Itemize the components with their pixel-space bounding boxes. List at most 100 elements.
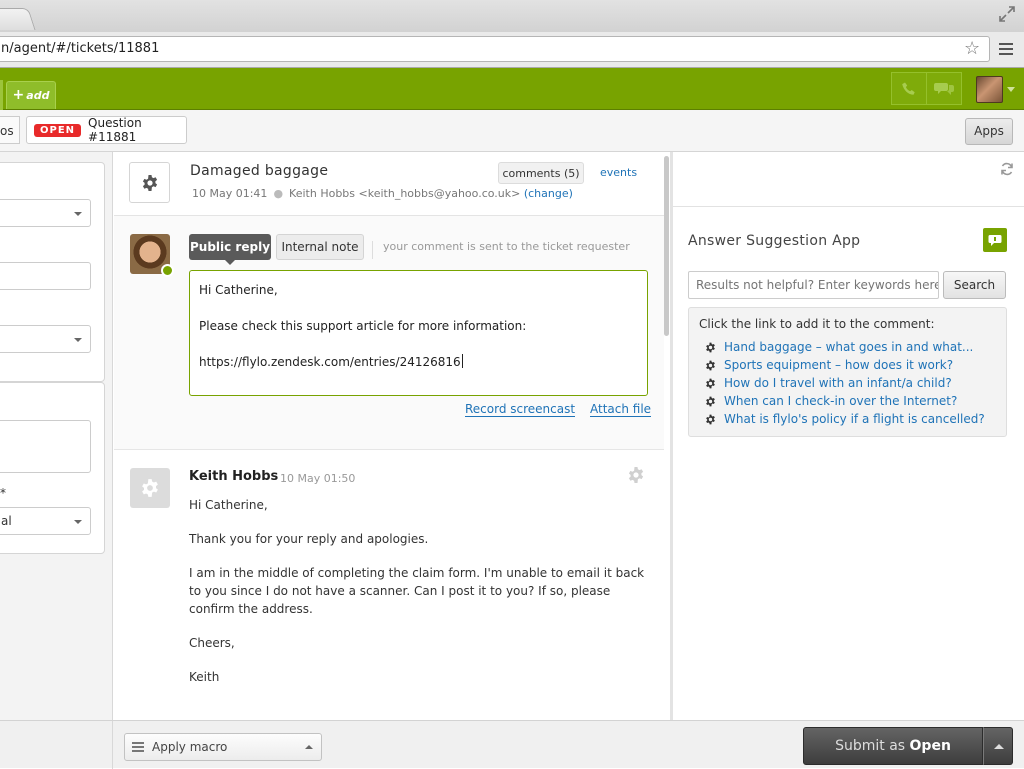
comment-paragraph: Thank you for your reply and apologies. xyxy=(189,532,429,546)
gear-icon xyxy=(142,174,157,191)
nav-tab-fragment[interactable] xyxy=(0,80,3,110)
suggestions-instructions: Click the link to add it to the comment: xyxy=(699,317,935,331)
list-item[interactable]: Hand baggage – what goes in and what... xyxy=(705,338,985,356)
app-title: Answer Suggestion App xyxy=(688,233,861,249)
tab-current-ticket[interactable]: OPEN Question #11881 xyxy=(26,116,187,144)
add-tab-button[interactable]: + add xyxy=(6,81,56,109)
reply-line: Hi Catherine, xyxy=(199,283,278,297)
app-chat-icon xyxy=(983,228,1007,252)
avatar xyxy=(130,468,170,508)
property-select[interactable]: al xyxy=(0,507,91,535)
previous-tab[interactable]: os xyxy=(0,116,20,144)
ticket-subject: Damaged baggage xyxy=(190,163,329,179)
field-required-mark: * xyxy=(0,486,6,500)
comment-paragraph: I am in the middle of completing the cla… xyxy=(189,566,645,616)
suggestion-link[interactable]: Sports equipment – how does it work? xyxy=(724,356,953,374)
gear-icon xyxy=(705,342,717,353)
comment-body: Hi Catherine, Thank you for your reply a… xyxy=(189,496,659,702)
tab-events[interactable]: events xyxy=(600,162,637,184)
comment-author: Keith Hobbs xyxy=(189,469,279,484)
apps-button[interactable]: Apps xyxy=(965,118,1013,145)
record-screencast-link[interactable]: Record screencast xyxy=(465,402,576,417)
ticket-date: 10 May 01:41 xyxy=(192,187,268,200)
caret-up-icon xyxy=(305,745,313,749)
suggestion-search-button[interactable]: Search xyxy=(943,271,1006,299)
gear-icon xyxy=(705,414,717,425)
gear-icon xyxy=(705,396,717,407)
status-badge: OPEN xyxy=(34,123,82,137)
text-cursor xyxy=(461,354,463,368)
url-field[interactable]: n/agent/#/tickets/11881 xyxy=(0,36,990,62)
divider xyxy=(673,206,1024,207)
list-item[interactable]: What is flylo's policy if a flight is ca… xyxy=(705,410,985,428)
online-status-icon xyxy=(161,264,174,277)
list-item[interactable]: Sports equipment – how does it work? xyxy=(705,356,985,374)
apps-panel: Answer Suggestion App Search Click the l… xyxy=(673,152,1024,720)
property-select[interactable] xyxy=(0,325,91,353)
gear-icon xyxy=(705,378,717,389)
tab-comments[interactable]: comments (5) xyxy=(498,162,584,184)
suggestion-link[interactable]: When can I check-in over the Internet? xyxy=(724,392,957,410)
expand-icon[interactable] xyxy=(998,5,1016,23)
property-input[interactable] xyxy=(0,262,91,290)
ticket-options-button[interactable] xyxy=(129,162,170,203)
footer-left-spacer xyxy=(0,721,113,769)
reply-hint: your comment is sent to the ticket reque… xyxy=(372,241,630,259)
list-icon xyxy=(132,742,144,752)
suggestion-link[interactable]: What is flylo's policy if a flight is ca… xyxy=(724,410,985,428)
suggestion-link[interactable]: How do I travel with an infant/a child? xyxy=(724,374,952,392)
property-select[interactable] xyxy=(0,199,91,227)
suggestion-search-input[interactable] xyxy=(688,271,939,299)
app-topbar xyxy=(0,68,1024,110)
reply-line: https://flylo.zendesk.com/entries/241268… xyxy=(199,355,461,369)
select-value: al xyxy=(1,514,12,528)
property-textarea[interactable] xyxy=(0,420,91,473)
comment-paragraph: Keith xyxy=(189,670,220,684)
ticket-tab-bar: os OPEN Question #11881 xyxy=(0,110,1024,152)
tab-label: Question #11881 xyxy=(88,116,142,144)
reply-composer: Public reply Internal note your comment … xyxy=(114,216,664,450)
suggestions-box: Click the link to add it to the comment:… xyxy=(688,307,1007,437)
submit-prefix: Submit as xyxy=(835,738,906,754)
phone-button[interactable] xyxy=(891,72,927,105)
submit-status: Open xyxy=(909,738,951,754)
browser-toolbar: n/agent/#/tickets/11881 xyxy=(0,32,1024,68)
caret-up-icon xyxy=(994,744,1004,749)
submit-button[interactable]: Submit as Open xyxy=(803,727,983,765)
public-reply-button[interactable]: Public reply xyxy=(189,234,271,265)
plus-icon: + xyxy=(12,87,25,103)
gear-icon xyxy=(705,360,717,371)
refresh-icon[interactable] xyxy=(1000,162,1014,176)
scrollbar[interactable] xyxy=(664,156,669,336)
list-item[interactable]: When can I check-in over the Internet? xyxy=(705,392,985,410)
internal-note-button[interactable]: Internal note xyxy=(276,234,364,260)
apply-macro-select[interactable]: Apply macro xyxy=(124,733,322,761)
ticket-header: Damaged baggage 10 May 01:41 ● Keith Hobbs… xyxy=(114,152,664,216)
ticket-properties-panel: * al xyxy=(0,152,113,720)
comment-paragraph: Cheers, xyxy=(189,636,235,650)
suggestion-link[interactable]: Hand baggage – what goes in and what... xyxy=(724,338,973,356)
hamburger-icon[interactable] xyxy=(999,43,1013,55)
comment-date: 10 May 01:50 xyxy=(280,472,356,485)
reply-textarea[interactable]: Hi Catherine, Please check this support … xyxy=(189,270,648,396)
attach-file-link[interactable]: Attach file xyxy=(590,402,652,417)
ticket-meta: 10 May 01:41 ● Keith Hobbs <keith_hobbs@ya… xyxy=(192,187,573,200)
reply-line: Please check this support article for mo… xyxy=(199,319,527,333)
browser-tab[interactable] xyxy=(0,8,36,30)
chat-button[interactable] xyxy=(926,72,962,105)
submit-options-button[interactable] xyxy=(983,727,1013,765)
user-avatar[interactable] xyxy=(976,76,1003,103)
browser-titlebar xyxy=(0,0,1024,32)
user-menu-caret-icon[interactable] xyxy=(1007,87,1015,92)
star-icon[interactable]: ☆ xyxy=(964,40,980,58)
macro-label: Apply macro xyxy=(152,740,228,754)
change-requester-link[interactable]: (change) xyxy=(524,187,573,200)
ticket-requester: Keith Hobbs <keith_hobbs@yahoo.co.uk> xyxy=(289,187,521,200)
chat-icon xyxy=(934,82,954,95)
comment-item: Keith Hobbs 10 May 01:50 Hi Catherine, T… xyxy=(114,450,664,710)
comment-paragraph: Hi Catherine, xyxy=(189,498,268,512)
comment-options-gear-icon[interactable] xyxy=(627,466,645,484)
ticket-footer: Apply macro Submit as Open xyxy=(0,720,1024,769)
list-item[interactable]: How do I travel with an infant/a child? xyxy=(705,374,985,392)
phone-icon xyxy=(902,82,915,95)
